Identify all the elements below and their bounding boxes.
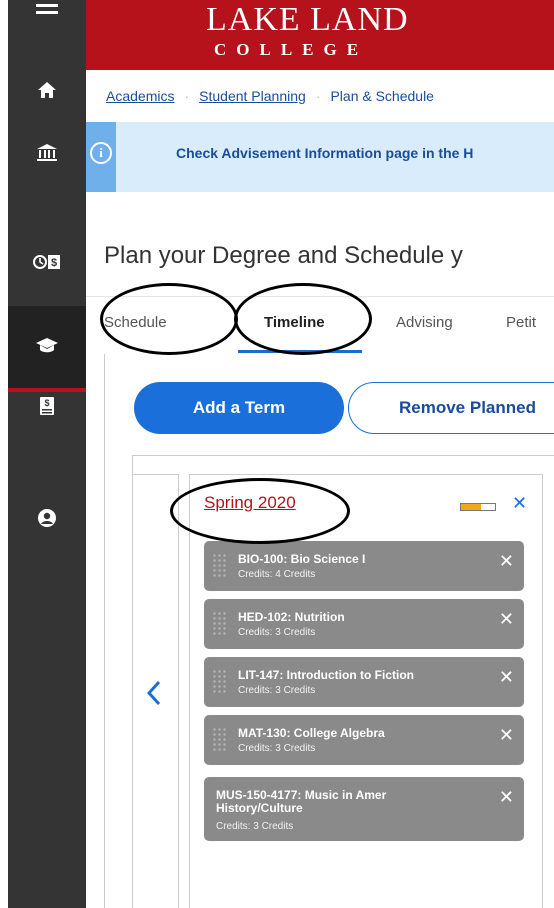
sidebar: $ $: [0, 0, 86, 908]
bank-icon: [36, 142, 58, 167]
course-credits: Credits: 3 Credits: [238, 627, 316, 638]
time-money-icon: $: [32, 252, 62, 277]
chevron-left-icon: [146, 680, 162, 711]
course-name: HED-102: Nutrition: [238, 610, 345, 624]
sidebar-item-time-money[interactable]: $: [8, 230, 86, 298]
drag-handle-icon[interactable]: [212, 553, 226, 579]
alert-text[interactable]: Check Advisement Information page in the…: [176, 145, 473, 161]
remove-term-icon[interactable]: ✕: [512, 493, 527, 514]
breadcrumb-student-planning[interactable]: Student Planning: [199, 88, 306, 104]
course-credits: Credits: 3 Credits: [216, 821, 294, 832]
annotation-circle-term: [170, 478, 350, 544]
course-card[interactable]: MAT-130: College Algebra Credits: 3 Cred…: [204, 715, 524, 765]
remove-course-icon[interactable]: ✕: [499, 609, 514, 630]
sidebar-item-profile[interactable]: [8, 486, 86, 554]
course-card[interactable]: LIT-147: Introduction to Fiction Credits…: [204, 657, 524, 707]
logo-subtitle: COLLEGE: [214, 40, 369, 59]
remove-course-icon[interactable]: ✕: [499, 725, 514, 746]
course-credits: Credits: 4 Credits: [238, 569, 316, 580]
course-name: LIT-147: Introduction to Fiction: [238, 668, 414, 682]
breadcrumb: Academics · Student Planning · Plan & Schedu…: [106, 88, 434, 104]
remove-planned-button[interactable]: Remove Planned: [348, 382, 554, 434]
dollar-document-icon: $: [39, 396, 55, 421]
menu-icon: [36, 0, 58, 25]
sidebar-item-home[interactable]: [8, 58, 86, 126]
course-name: MAT-130: College Algebra: [238, 726, 385, 740]
term-progress-bar: [460, 503, 496, 511]
drag-handle-icon[interactable]: [212, 727, 226, 753]
svg-text:$: $: [51, 257, 57, 269]
tab-petitions[interactable]: Petit: [506, 314, 536, 331]
course-card[interactable]: BIO-100: Bio Science I Credits: 4 Credit…: [204, 541, 524, 591]
remove-course-icon[interactable]: ✕: [499, 787, 514, 808]
term-progress-fill: [461, 504, 482, 510]
add-term-button[interactable]: Add a Term: [134, 382, 344, 434]
course-name: BIO-100: Bio Science I: [238, 552, 366, 566]
page-title: Plan your Degree and Schedule y: [104, 242, 463, 269]
main-content: LAKE LAND COLLEGE Academics · Student Plan…: [86, 0, 554, 908]
sidebar-item-billing[interactable]: $: [8, 374, 86, 442]
breadcrumb-separator: ·: [184, 88, 190, 104]
graduation-cap-icon: [35, 335, 59, 360]
breadcrumb-academics[interactable]: Academics: [106, 88, 174, 104]
drag-handle-icon[interactable]: [212, 611, 226, 637]
course-credits: Credits: 3 Credits: [238, 685, 316, 696]
course-name: MUS-150-4177: Music in Amer History/Cult…: [216, 788, 387, 815]
drag-handle-icon[interactable]: [212, 669, 226, 695]
course-credits: Credits: 3 Credits: [238, 743, 316, 754]
home-icon: [37, 80, 57, 105]
annotation-circle-timeline: [234, 283, 372, 355]
info-icon: i: [90, 142, 112, 164]
header-banner: LAKE LAND COLLEGE: [86, 0, 554, 70]
sidebar-margin: [0, 0, 8, 908]
annotation-circle-schedule: [100, 283, 238, 355]
previous-term-button[interactable]: [132, 474, 179, 908]
breadcrumb-current: Plan & Schedule: [330, 88, 434, 104]
remove-course-icon[interactable]: ✕: [499, 667, 514, 688]
sidebar-item-financial[interactable]: [8, 120, 86, 188]
course-card[interactable]: MUS-150-4177: Music in Amer History/Cult…: [204, 777, 524, 841]
user-icon: [37, 508, 57, 533]
advisement-alert: i Check Advisement Information page in t…: [86, 122, 554, 192]
logo: LAKE LAND: [206, 1, 409, 38]
breadcrumb-separator: ·: [315, 88, 321, 104]
svg-text:$: $: [44, 398, 49, 408]
menu-button[interactable]: [8, 0, 86, 46]
tab-advising[interactable]: Advising: [396, 314, 453, 331]
remove-course-icon[interactable]: ✕: [499, 551, 514, 572]
course-card[interactable]: HED-102: Nutrition Credits: 3 Credits ✕: [204, 599, 524, 649]
